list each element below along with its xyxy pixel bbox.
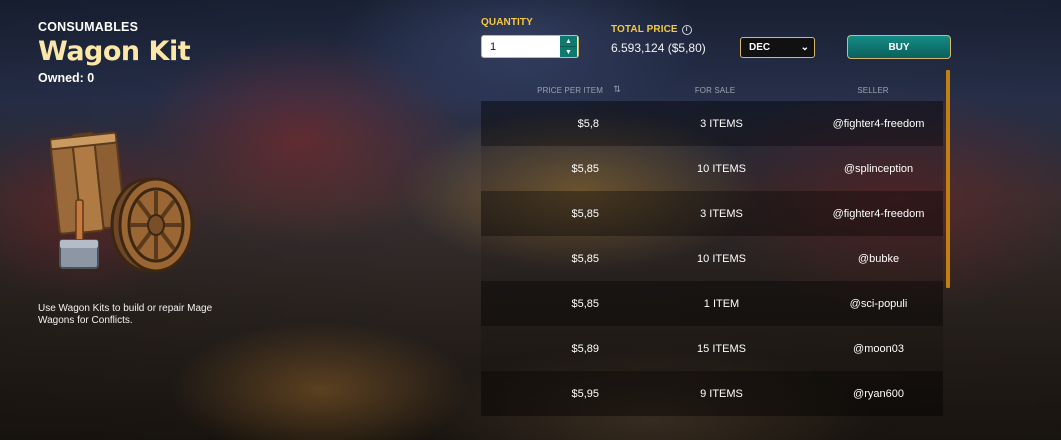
table-row[interactable]: $5,85 10 ITEMS @bubke — [481, 236, 943, 281]
row-for-sale: 3 ITEMS — [700, 117, 743, 130]
row-seller: @fighter4-freedom — [832, 207, 925, 220]
row-for-sale: 9 ITEMS — [700, 387, 743, 400]
row-price: $5,8 — [577, 117, 599, 130]
row-for-sale: 15 ITEMS — [697, 342, 746, 355]
row-seller: @sci-populi — [849, 297, 908, 310]
table-row[interactable]: $5,89 15 ITEMS @moon03 — [481, 326, 943, 371]
row-for-sale: 1 ITEM — [703, 297, 740, 310]
item-description: Use Wagon Kits to build or repair Mage W… — [38, 303, 213, 326]
total-price-value: 6.593,124 ($5,80) — [611, 41, 706, 55]
increment-button[interactable]: ▲ — [560, 36, 577, 47]
column-header-for-sale: FOR SALE — [694, 86, 736, 95]
listings-table: PRICE PER ITEM ⇅ FOR SALE SELLER $5,8 3 … — [481, 80, 943, 416]
table-row[interactable]: $5,95 9 ITEMS @ryan600 — [481, 371, 943, 416]
table-scrollbar[interactable] — [946, 70, 950, 288]
currency-select[interactable]: DEC ⌄ — [740, 37, 815, 58]
stepper-arrows-icon[interactable]: ▲ ▼ — [560, 36, 577, 57]
buy-button[interactable]: BUY — [847, 35, 951, 59]
quantity-label: QUANTITY — [481, 17, 533, 28]
column-header-seller: SELLER — [857, 86, 889, 95]
row-price: $5,89 — [571, 342, 599, 355]
category-label: CONSUMABLES — [38, 20, 139, 34]
total-price-header: TOTAL PRICE i — [611, 24, 692, 35]
row-seller: @moon03 — [853, 342, 904, 355]
info-icon[interactable]: i — [681, 24, 692, 35]
row-price: $5,85 — [571, 297, 599, 310]
row-for-sale: 10 ITEMS — [697, 252, 746, 265]
row-seller: @bubke — [857, 252, 900, 265]
row-price: $5,85 — [571, 207, 599, 220]
row-price: $5,85 — [571, 252, 599, 265]
table-row[interactable]: $5,85 1 ITEM @sci-populi — [481, 281, 943, 326]
sort-icon[interactable]: ⇅ — [613, 84, 621, 95]
currency-selected-value: DEC — [749, 42, 771, 53]
quantity-input[interactable] — [482, 36, 560, 57]
wagon-kit-image — [50, 131, 194, 273]
item-title: Wagon Kit — [38, 36, 191, 67]
column-header-price[interactable]: PRICE PER ITEM ⇅ — [481, 84, 623, 95]
quantity-stepper[interactable]: ▲ ▼ — [481, 35, 579, 58]
table-row[interactable]: $5,85 3 ITEMS @fighter4-freedom — [481, 191, 943, 236]
row-seller: @ryan600 — [853, 387, 904, 400]
row-price: $5,95 — [571, 387, 599, 400]
chevron-down-icon: ⌄ — [800, 42, 809, 53]
column-header-price-label: PRICE PER ITEM — [537, 86, 603, 95]
table-row[interactable]: $5,8 3 ITEMS @fighter4-freedom — [481, 101, 943, 146]
product-header: CONSUMABLES Wagon Kit Owned: 0 — [38, 20, 258, 85]
table-row[interactable]: $5,85 10 ITEMS @splinception — [481, 146, 943, 191]
table-header: PRICE PER ITEM ⇅ FOR SALE SELLER — [481, 80, 943, 101]
row-seller: @fighter4-freedom — [832, 117, 925, 130]
total-price-label: TOTAL PRICE — [611, 24, 678, 35]
row-seller: @splinception — [843, 162, 914, 175]
owned-count: Owned: 0 — [38, 71, 95, 85]
row-price: $5,85 — [571, 162, 599, 175]
decrement-button[interactable]: ▼ — [560, 47, 577, 57]
row-for-sale: 10 ITEMS — [697, 162, 746, 175]
row-for-sale: 3 ITEMS — [700, 207, 743, 220]
